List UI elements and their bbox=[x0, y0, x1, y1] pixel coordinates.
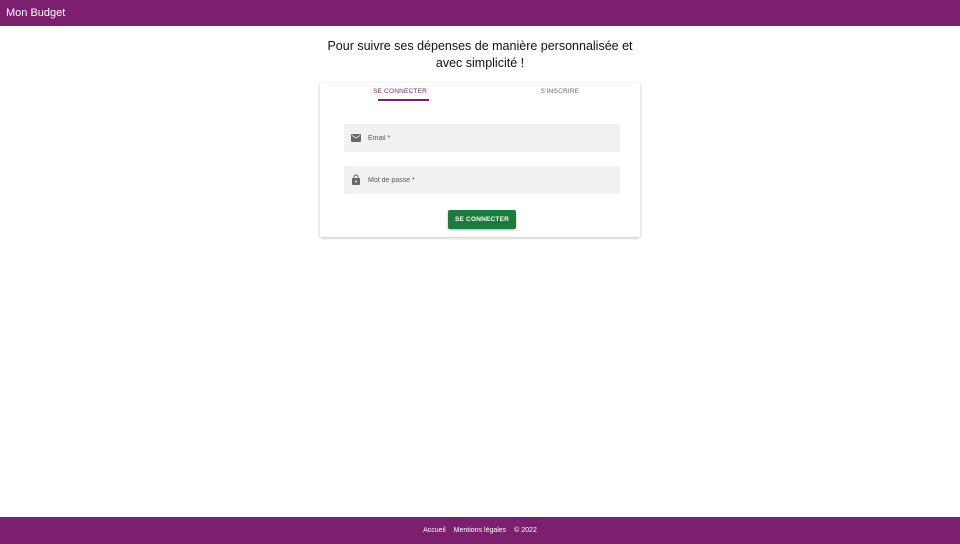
mail-icon bbox=[351, 134, 361, 142]
email-field[interactable] bbox=[344, 124, 620, 152]
auth-tabs: SE CONNECTER S'INSCRIRE bbox=[320, 83, 640, 105]
password-input[interactable] bbox=[368, 166, 614, 194]
tagline-line-1: Pour suivre ses dépenses de manière pers… bbox=[327, 39, 633, 53]
lock-icon bbox=[352, 174, 360, 185]
active-tab-indicator bbox=[378, 99, 429, 101]
tagline-line-2: avec simplicité ! bbox=[435, 56, 525, 70]
tab-login[interactable]: SE CONNECTER bbox=[320, 83, 480, 105]
auth-card: SE CONNECTER S'INSCRIRE SE CONNECTER bbox=[320, 83, 640, 237]
footer-copyright: © 2022 bbox=[514, 527, 537, 534]
footer-home-link[interactable]: Accueil bbox=[423, 527, 446, 534]
footer-legal-link[interactable]: Mentions légales bbox=[454, 527, 507, 534]
login-button[interactable]: SE CONNECTER bbox=[448, 210, 516, 229]
tab-register[interactable]: S'INSCRIRE bbox=[480, 83, 640, 105]
app-header: Mon Budget bbox=[0, 0, 960, 26]
app-title[interactable]: Mon Budget bbox=[6, 7, 65, 19]
tagline: Pour suivre ses dépenses de manière pers… bbox=[0, 38, 960, 72]
password-field[interactable] bbox=[344, 166, 620, 194]
email-input[interactable] bbox=[368, 124, 614, 152]
app-footer: Accueil Mentions légales © 2022 bbox=[0, 517, 960, 544]
